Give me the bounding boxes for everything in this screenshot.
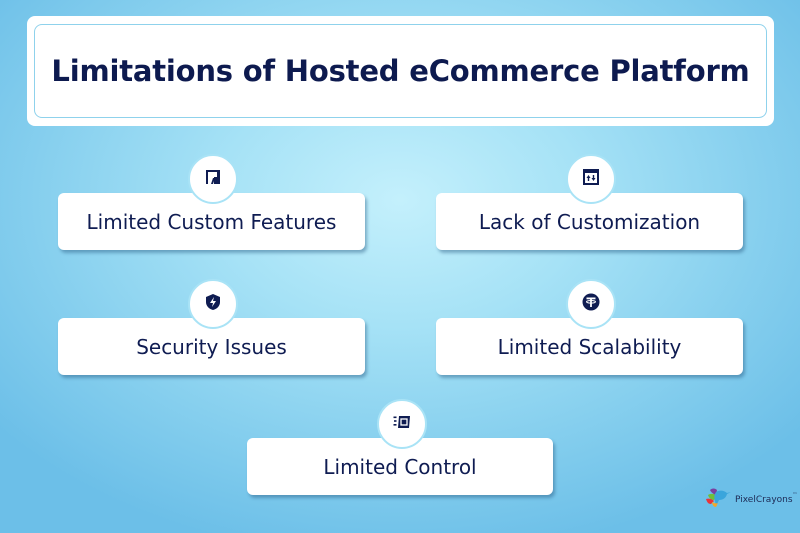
item-badge — [377, 399, 427, 449]
item-badge — [188, 279, 238, 329]
brand-name: PixelCrayons — [735, 495, 793, 505]
hummingbird-logo-icon — [704, 486, 732, 514]
title-frame: Limitations of Hosted eCommerce Platform — [34, 24, 767, 118]
item-label: Limited Control — [323, 454, 477, 479]
brand-logo: PixelCrayons ™ — [704, 486, 798, 514]
page-title: Limitations of Hosted eCommerce Platform — [51, 54, 750, 88]
item-label: Limited Custom Features — [86, 209, 337, 234]
item-label: Security Issues — [136, 334, 287, 359]
fast-window-icon — [393, 413, 411, 435]
item-label: Limited Scalability — [497, 334, 682, 359]
item-label: Lack of Customization — [478, 209, 701, 234]
brand-trademark: ™ — [792, 492, 798, 498]
item-badge — [566, 279, 616, 329]
item-badge — [566, 154, 616, 204]
title-card: Limitations of Hosted eCommerce Platform — [27, 16, 774, 126]
shield-bolt-icon — [204, 293, 222, 315]
item-badge — [188, 154, 238, 204]
sort-arrows-icon — [582, 168, 600, 190]
tether-coin-icon — [582, 293, 600, 315]
presentation-board-icon — [204, 168, 222, 190]
